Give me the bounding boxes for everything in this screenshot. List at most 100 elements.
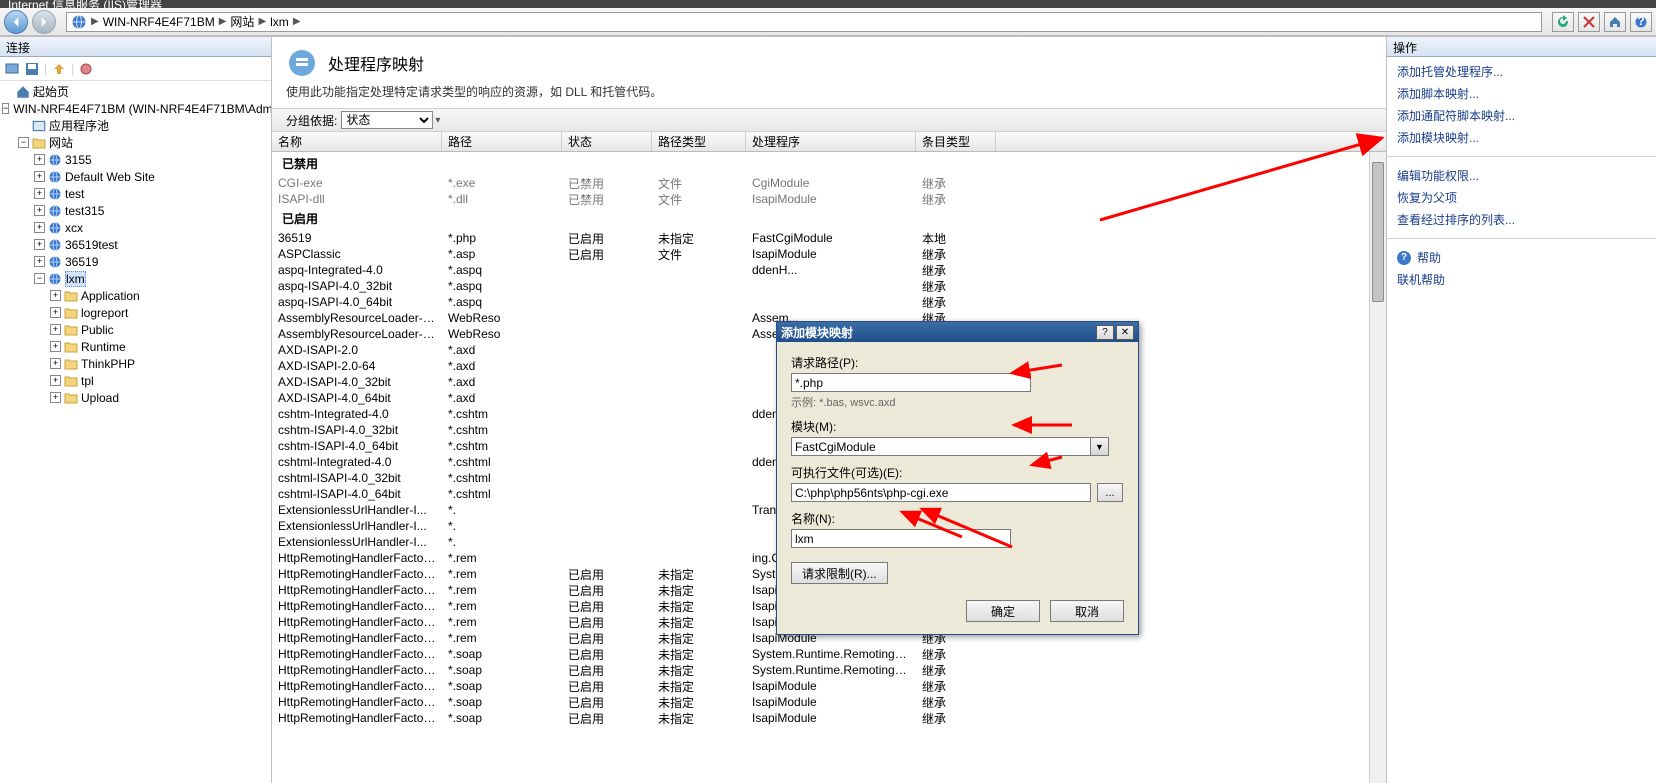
name-input[interactable] bbox=[791, 529, 1011, 548]
dialog-titlebar[interactable]: 添加模块映射 ? ✕ bbox=[777, 322, 1138, 342]
window-titlebar: Internet 信息服务 (IIS)管理器 bbox=[0, 0, 1656, 8]
executable-input[interactable] bbox=[791, 483, 1091, 502]
name-label: 名称(N): bbox=[791, 510, 1124, 527]
module-label: 模块(M): bbox=[791, 418, 1124, 435]
nav-toolbar: ▶ WIN-NRF4E4F71BM ▶ 网站 ▶ lxm ▶ ? bbox=[0, 8, 1656, 36]
tree-site-test315[interactable]: +test315 bbox=[34, 202, 271, 219]
table-row[interactable]: aspq-ISAPI-4.0_32bit*.aspq继承 bbox=[272, 278, 1386, 294]
help-link[interactable]: 帮助 bbox=[1417, 249, 1441, 266]
col-state[interactable]: 状态 bbox=[562, 132, 652, 151]
tree-apppool[interactable]: 应用程序池 bbox=[18, 117, 271, 134]
breadcrumb-bar[interactable]: ▶ WIN-NRF4E4F71BM ▶ 网站 ▶ lxm ▶ bbox=[66, 12, 1542, 32]
col-entrytype[interactable]: 条目类型 bbox=[916, 132, 996, 151]
back-button[interactable] bbox=[4, 10, 28, 34]
connections-toolbar: | | bbox=[0, 57, 271, 81]
home-button[interactable] bbox=[1604, 12, 1626, 32]
crumb-host[interactable]: WIN-NRF4E4F71BM bbox=[103, 15, 215, 29]
crumb-site[interactable]: lxm bbox=[270, 15, 289, 29]
tree-folder-Upload[interactable]: +Upload bbox=[50, 389, 271, 406]
group-header[interactable]: 已禁用 bbox=[272, 152, 1386, 175]
settings-icon[interactable] bbox=[78, 61, 94, 77]
table-row[interactable]: 36519*.php已启用未指定FastCgiModule本地 bbox=[272, 230, 1386, 246]
globe-icon bbox=[47, 220, 63, 236]
tree-site-Default Web Site[interactable]: +Default Web Site bbox=[34, 168, 271, 185]
folder-icon bbox=[63, 356, 79, 372]
tree-start-page[interactable]: 起始页 bbox=[2, 83, 271, 100]
browse-button[interactable]: ... bbox=[1097, 483, 1123, 502]
globe-icon bbox=[71, 14, 87, 30]
tree-folder-logreport[interactable]: +logreport bbox=[50, 304, 271, 321]
connections-tree[interactable]: 起始页 −WIN-NRF4E4F71BM (WIN-NRF4E4F71BM\Ad… bbox=[0, 81, 271, 783]
page-description: 使用此功能指定处理特定请求类型的响应的资源，如 DLL 和托管代码。 bbox=[272, 83, 1386, 108]
help-button[interactable]: ? bbox=[1630, 12, 1652, 32]
tree-folder-tpl[interactable]: +tpl bbox=[50, 372, 271, 389]
request-restrictions-button[interactable]: 请求限制(R)... bbox=[791, 562, 888, 584]
tree-folder-Runtime[interactable]: +Runtime bbox=[50, 338, 271, 355]
crumb-sites[interactable]: 网站 bbox=[230, 13, 254, 30]
table-row[interactable]: HttpRemotingHandlerFactor...*.soap已启用未指定… bbox=[272, 662, 1386, 678]
group-by-select[interactable]: 状态 bbox=[341, 111, 433, 129]
tree-folder-Public[interactable]: +Public bbox=[50, 321, 271, 338]
action-link[interactable]: 添加模块映射... bbox=[1397, 129, 1646, 146]
col-name[interactable]: 名称 bbox=[272, 132, 442, 151]
table-row[interactable]: HttpRemotingHandlerFactor...*.soap已启用未指定… bbox=[272, 646, 1386, 662]
tree-site-36519[interactable]: +36519 bbox=[34, 253, 271, 270]
chevron-right-icon: ▶ bbox=[219, 16, 227, 27]
module-dropdown-button[interactable]: ▼ bbox=[1091, 437, 1109, 456]
grid-header[interactable]: 名称 路径 状态 路径类型 处理程序 条目类型 bbox=[272, 132, 1386, 152]
action-link[interactable]: 添加脚本映射... bbox=[1397, 85, 1646, 102]
tree-site-test[interactable]: +test bbox=[34, 185, 271, 202]
table-row[interactable]: aspq-ISAPI-4.0_64bit*.aspq继承 bbox=[272, 294, 1386, 310]
tree-site-lxm[interactable]: −lxm bbox=[34, 270, 271, 287]
connections-panel: 连接 | | 起始页 −WIN-NRF4E4F71BM (WIN-NRF4E4F… bbox=[0, 37, 272, 783]
ok-button[interactable]: 确定 bbox=[966, 600, 1040, 622]
module-combo[interactable] bbox=[791, 437, 1091, 456]
folder-icon bbox=[31, 135, 47, 151]
forward-button[interactable] bbox=[32, 10, 56, 34]
online-help-link[interactable]: 联机帮助 bbox=[1397, 271, 1646, 288]
col-handler[interactable]: 处理程序 bbox=[746, 132, 916, 151]
tree-site-36519test[interactable]: +36519test bbox=[34, 236, 271, 253]
up-icon[interactable] bbox=[51, 61, 67, 77]
table-row[interactable]: ISAPI-dll*.dll已禁用文件IsapiModule继承 bbox=[272, 191, 1386, 207]
refresh-button[interactable] bbox=[1552, 12, 1574, 32]
action-link[interactable]: 添加通配符脚本映射... bbox=[1397, 107, 1646, 124]
actions-header: 操作 bbox=[1387, 37, 1656, 57]
globe-icon bbox=[47, 237, 63, 253]
help-icon: ? bbox=[1397, 251, 1411, 265]
table-row[interactable]: HttpRemotingHandlerFactor...*.soap已启用未指定… bbox=[272, 710, 1386, 726]
col-pathtype[interactable]: 路径类型 bbox=[652, 132, 746, 151]
tree-sites[interactable]: −网站 bbox=[18, 134, 271, 151]
cancel-button[interactable]: 取消 bbox=[1050, 600, 1124, 622]
table-row[interactable]: HttpRemotingHandlerFactor...*.soap已启用未指定… bbox=[272, 678, 1386, 694]
tree-folder-ThinkPHP[interactable]: +ThinkPHP bbox=[50, 355, 271, 372]
connect-icon[interactable] bbox=[4, 61, 20, 77]
stop-button[interactable] bbox=[1578, 12, 1600, 32]
save-icon[interactable] bbox=[24, 61, 40, 77]
scrollbar-thumb[interactable] bbox=[1372, 162, 1384, 302]
folder-icon bbox=[63, 322, 79, 338]
dialog-help-button[interactable]: ? bbox=[1096, 325, 1114, 340]
action-link[interactable]: 编辑功能权限... bbox=[1397, 167, 1646, 184]
tree-site-3155[interactable]: +3155 bbox=[34, 151, 271, 168]
table-row[interactable]: CGI-exe*.exe已禁用文件CgiModule继承 bbox=[272, 175, 1386, 191]
action-link[interactable]: 查看经过排序的列表... bbox=[1397, 211, 1646, 228]
action-link[interactable]: 添加托管处理程序... bbox=[1397, 63, 1646, 80]
svg-text:?: ? bbox=[1637, 16, 1644, 28]
table-row[interactable]: HttpRemotingHandlerFactor...*.soap已启用未指定… bbox=[272, 694, 1386, 710]
tree-folder-Application[interactable]: +Application bbox=[50, 287, 271, 304]
request-path-input[interactable] bbox=[791, 373, 1031, 392]
dialog-close-button[interactable]: ✕ bbox=[1116, 325, 1134, 340]
actions-panel: 操作 添加托管处理程序... 添加脚本映射... 添加通配符脚本映射... 添加模块映… bbox=[1386, 37, 1656, 783]
group-header[interactable]: 已启用 bbox=[272, 207, 1386, 230]
executable-label: 可执行文件(可选)(E): bbox=[791, 464, 1124, 481]
grid-scrollbar[interactable] bbox=[1369, 132, 1386, 783]
tree-server[interactable]: −WIN-NRF4E4F71BM (WIN-NRF4E4F71BM\Admini bbox=[2, 100, 271, 117]
table-row[interactable]: ASPClassic*.asp已启用文件IsapiModule继承 bbox=[272, 246, 1386, 262]
table-row[interactable]: aspq-Integrated-4.0*.aspqddenH...继承 bbox=[272, 262, 1386, 278]
globe-icon bbox=[47, 203, 63, 219]
action-link[interactable]: 恢复为父项 bbox=[1397, 189, 1646, 206]
col-path[interactable]: 路径 bbox=[442, 132, 562, 151]
folder-icon bbox=[63, 373, 79, 389]
tree-site-xcx[interactable]: +xcx bbox=[34, 219, 271, 236]
